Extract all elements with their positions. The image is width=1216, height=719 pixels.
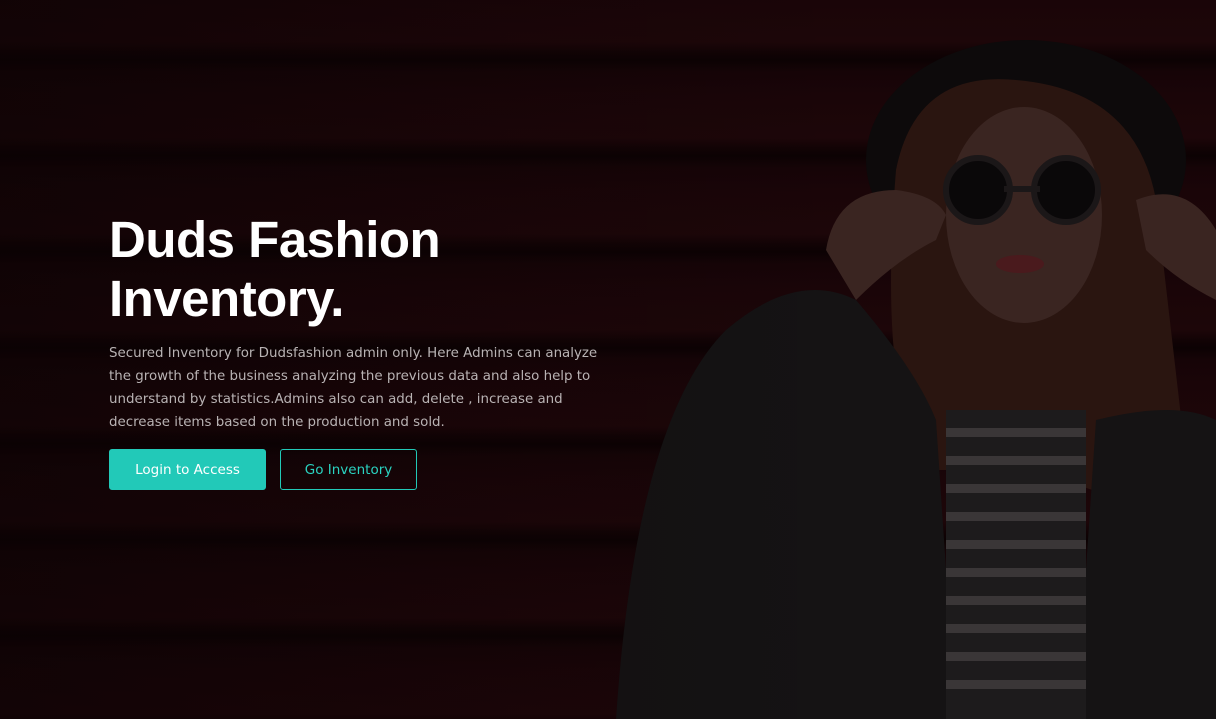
hero-description: Secured Inventory for Dudsfashion admin …	[109, 346, 598, 430]
hero-section: Duds Fashion Inventory. Secured Inventor…	[0, 0, 1216, 719]
hero-title-line-1: Duds Fashion	[109, 211, 441, 268]
hero-buttons: Login to Access Go Inventory	[109, 449, 609, 490]
hero-content: Duds Fashion Inventory. Secured Inventor…	[109, 210, 609, 490]
hero-title-line-2: Inventory.	[109, 270, 344, 327]
hero-title: Duds Fashion Inventory.	[109, 210, 609, 328]
go-inventory-button[interactable]: Go Inventory	[280, 449, 417, 490]
login-to-access-button[interactable]: Login to Access	[109, 449, 266, 490]
